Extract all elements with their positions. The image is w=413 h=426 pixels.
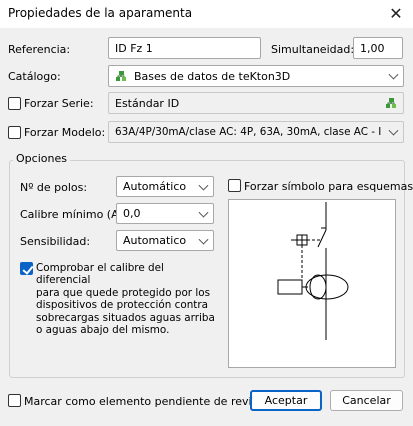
- forzar-serie-checkbox[interactable]: [8, 97, 21, 110]
- catalogo-select[interactable]: Bases de datos de teKton3D: [108, 65, 404, 87]
- aceptar-button[interactable]: Aceptar: [250, 390, 322, 411]
- sensibilidad-select[interactable]: Automatico: [116, 230, 214, 251]
- referencia-input[interactable]: ID Fz 1: [108, 37, 261, 59]
- cancelar-button[interactable]: Cancelar: [330, 390, 403, 411]
- simultaneidad-input[interactable]: 1,00: [353, 37, 403, 59]
- comprobar-line: para que quede protegido por los: [36, 286, 211, 299]
- comprobar-description: Comprobar el calibre del diferencial par…: [36, 262, 216, 336]
- comprobar-line: Comprobar el calibre del diferencial: [36, 262, 164, 287]
- rcd-symbol-icon: [277, 202, 349, 340]
- comprobar-line: o aguas abajo del mismo.: [36, 324, 170, 337]
- chevron-down-icon: [388, 69, 399, 80]
- chevron-down-icon: [198, 180, 209, 191]
- marcar-revision-label: Marcar como elemento pendiente de revisi…: [24, 395, 278, 408]
- polos-value: Automático: [123, 180, 187, 193]
- forzar-serie-value: Estándar ID: [115, 96, 180, 110]
- comprobar-checkbox[interactable]: [20, 262, 33, 275]
- referencia-value: ID Fz 1: [115, 41, 153, 55]
- sensibilidad-label: Sensibilidad:: [20, 235, 91, 248]
- window-title: Propiedades de la aparamenta: [8, 6, 193, 20]
- calibre-label: Calibre mínimo (A):: [20, 208, 127, 221]
- comprobar-line: dispositivos de protección contra: [36, 299, 209, 312]
- polos-select[interactable]: Automático: [116, 176, 214, 197]
- database-tree-icon[interactable]: [385, 97, 397, 109]
- referencia-label: Referencia:: [8, 43, 71, 56]
- polos-label: Nº de polos:: [20, 181, 88, 194]
- chevron-down-icon: [388, 125, 399, 136]
- simultaneidad-label: Simultaneidad:: [271, 43, 355, 56]
- calibre-select[interactable]: 0,0: [116, 203, 214, 224]
- chevron-down-icon: [198, 234, 209, 245]
- forzar-simbolo-label: Forzar símbolo para esquemas:: [244, 180, 413, 193]
- forzar-modelo-select[interactable]: 63A/4P/30mA/clase AC: 4P, 63A, 30mA, cla…: [108, 121, 404, 143]
- simultaneidad-value: 1,00: [360, 41, 385, 55]
- database-tree-icon: [116, 71, 126, 81]
- catalogo-value: Bases de datos de teKton3D: [134, 69, 291, 83]
- comprobar-line: sobrecargas situados aguas arriba: [36, 311, 215, 324]
- sensibilidad-value: Automatico: [123, 234, 187, 247]
- marcar-revision-checkbox[interactable]: [8, 394, 21, 407]
- opciones-title: Opciones: [13, 152, 70, 165]
- forzar-modelo-checkbox[interactable]: [8, 126, 21, 139]
- forzar-simbolo-checkbox[interactable]: [228, 179, 241, 192]
- forzar-modelo-value: 63A/4P/30mA/clase AC: 4P, 63A, 30mA, cla…: [115, 126, 382, 138]
- symbol-preview: [228, 199, 396, 368]
- forzar-serie-label: Forzar Serie:: [24, 97, 94, 110]
- close-button[interactable]: ✕: [386, 4, 406, 24]
- catalogo-label: Catálogo:: [8, 70, 61, 83]
- forzar-modelo-label: Forzar Modelo:: [24, 126, 106, 139]
- chevron-down-icon: [198, 207, 209, 218]
- forzar-serie-field[interactable]: Estándar ID: [108, 92, 404, 114]
- calibre-value: 0,0: [123, 207, 141, 220]
